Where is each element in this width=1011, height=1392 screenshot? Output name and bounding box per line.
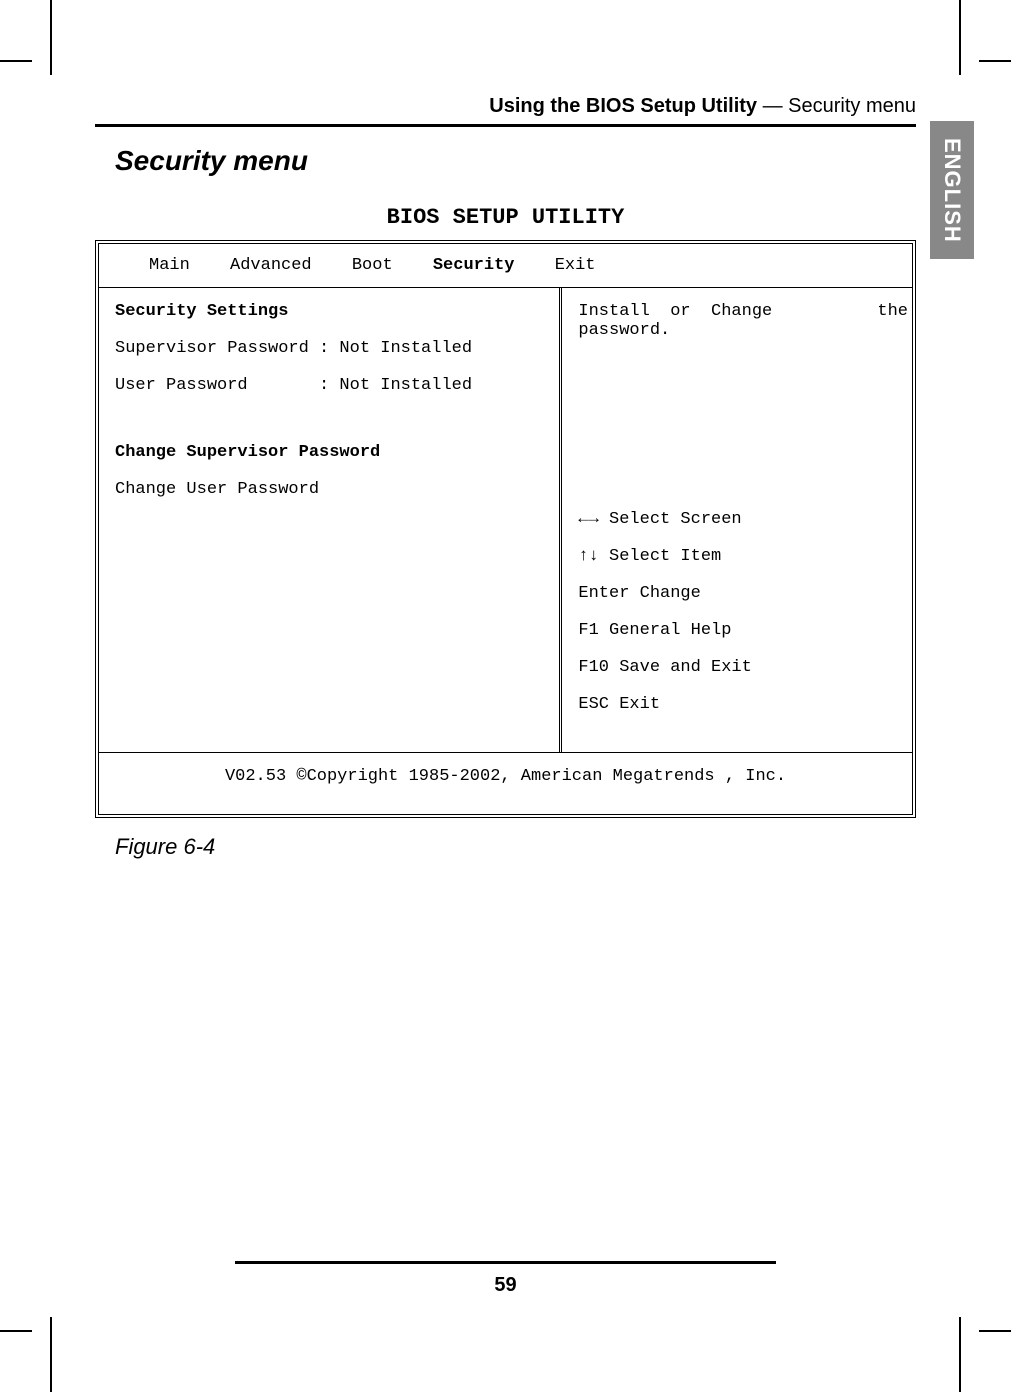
help-text-line1a: Install or Change [578,302,772,321]
help-text-line2: password. [578,321,908,340]
bios-title: BIOS SETUP UTILITY [95,205,916,230]
tab-security[interactable]: Security [433,256,515,275]
right-pane: Install or Change the password. ←→ Selec… [562,288,912,752]
user-password-status: User Password : Not Installed [115,376,543,395]
key-general-help: F1 General Help [578,621,908,640]
supervisor-password-status: Supervisor Password : Not Installed [115,339,543,358]
key-esc-exit: ESC Exit [578,695,908,714]
bios-frame: Main Advanced Boot Security Exit Securit… [95,240,916,818]
footer-rule [235,1261,777,1264]
header-title-rest: — Security menu [757,95,916,117]
bios-menu-bar: Main Advanced Boot Security Exit [99,244,912,288]
language-tab: ENGLISH [930,121,974,259]
tab-main[interactable]: Main [149,256,190,275]
change-supervisor-password[interactable]: Change Supervisor Password [115,443,543,462]
section-title: Security menu [115,145,916,177]
left-pane: Security Settings Supervisor Password : … [99,288,562,752]
page-number: 59 [95,1274,916,1297]
change-user-password[interactable]: Change User Password [115,480,543,499]
bios-copyright: V02.53 ©Copyright 1985-2002, American Me… [99,752,912,814]
key-select-item: ↑↓ Select Item [578,547,908,566]
key-enter-change: Enter Change [578,584,908,603]
language-tab-text: ENGLISH [939,138,965,243]
key-save-exit: F10 Save and Exit [578,658,908,677]
figure-caption: Figure 6-4 [115,834,916,860]
tab-boot[interactable]: Boot [352,256,393,275]
running-header: Using the BIOS Setup Utility — Security … [95,95,916,127]
header-title-bold: Using the BIOS Setup Utility [489,95,757,117]
tab-advanced[interactable]: Advanced [230,256,312,275]
help-text-line1b: the [877,302,908,321]
key-select-screen: ←→ Select Screen [578,510,908,529]
tab-exit[interactable]: Exit [555,256,596,275]
security-settings-heading: Security Settings [115,302,543,321]
